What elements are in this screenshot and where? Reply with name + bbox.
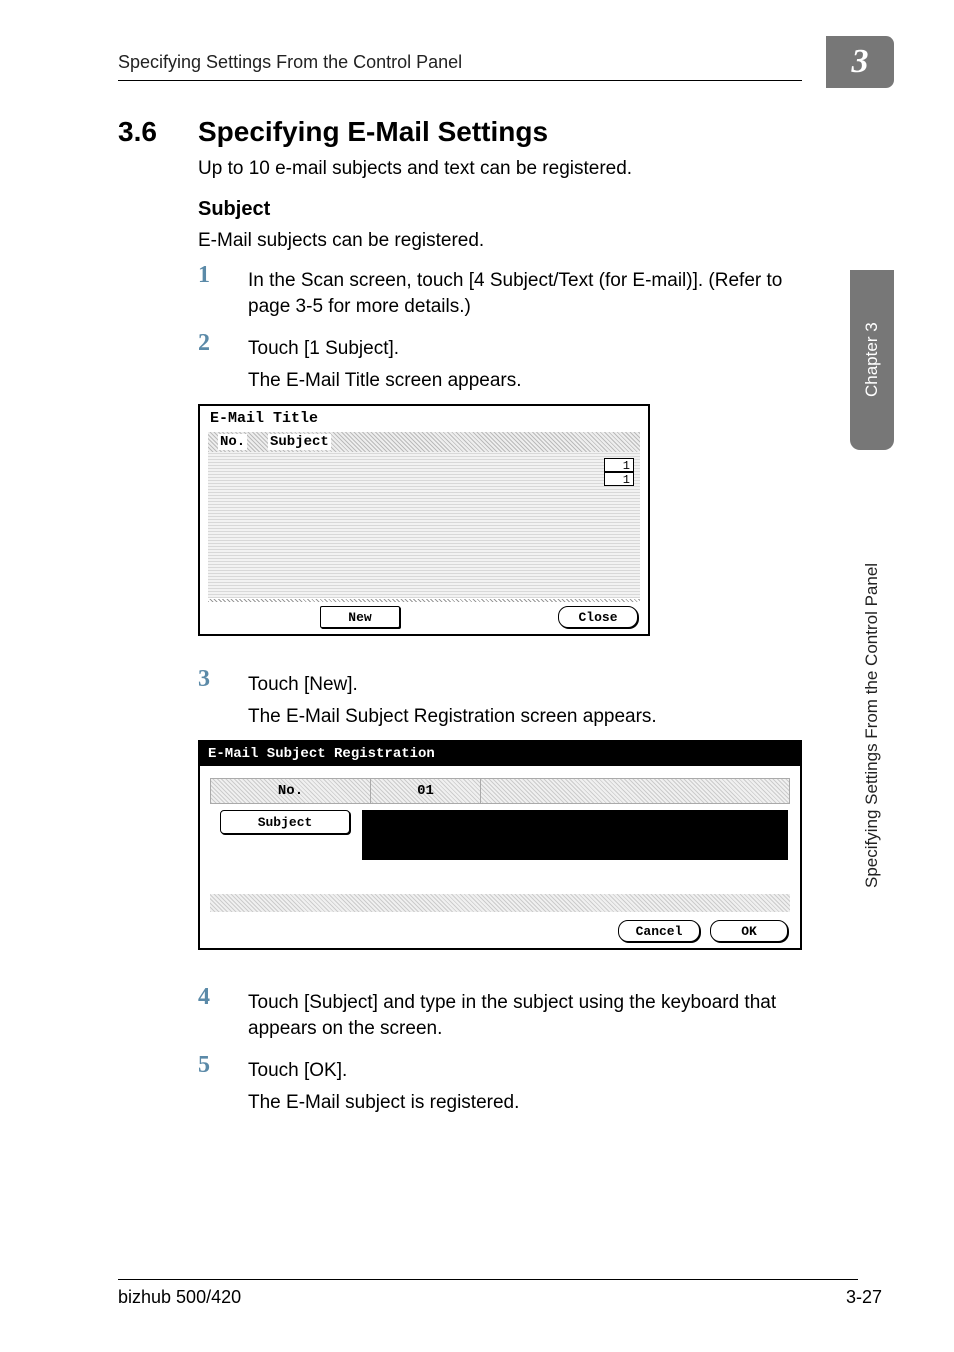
shot1-list-body xyxy=(208,452,640,598)
shot1-page-current: 1 xyxy=(604,458,634,472)
section-intro: Up to 10 e-mail subjects and text can be… xyxy=(198,158,632,180)
subject-input-box[interactable] xyxy=(362,810,788,860)
shot1-page-total: 1 xyxy=(604,472,634,486)
subject-heading: Subject xyxy=(198,198,270,221)
shot2-title-bar: E-Mail Subject Registration xyxy=(200,742,800,766)
section-number: 3.6 xyxy=(118,116,157,148)
step-1-number: 1 xyxy=(198,262,224,289)
footer-rule xyxy=(118,1279,858,1280)
shot2-no-row: No. 01 xyxy=(210,778,790,804)
screenshot-email-subject-registration: E-Mail Subject Registration No. 01 Subje… xyxy=(198,740,802,950)
chapter-tab: 3 xyxy=(826,36,894,88)
header-rule xyxy=(118,80,802,81)
shot2-no-label: No. xyxy=(211,779,371,803)
cancel-button[interactable]: Cancel xyxy=(618,920,700,942)
subject-button[interactable]: Subject xyxy=(220,810,350,834)
shot1-title: E-Mail Title xyxy=(210,410,318,427)
step-4-text: Touch [Subject] and type in the subject … xyxy=(248,990,808,1041)
step-5-number: 5 xyxy=(198,1052,224,1079)
step-5-text: Touch [OK]. xyxy=(248,1058,808,1084)
step-5-subtext: The E-Mail subject is registered. xyxy=(248,1090,808,1116)
step-3-subtext: The E-Mail Subject Registration screen a… xyxy=(248,704,808,730)
step-2-number: 2 xyxy=(198,330,224,357)
side-section-label: Specifying Settings From the Control Pan… xyxy=(850,450,894,1000)
shot2-title: E-Mail Subject Registration xyxy=(208,746,435,762)
footer-model: bizhub 500/420 xyxy=(118,1287,241,1308)
step-2-text: Touch [1 Subject]. xyxy=(248,336,808,362)
shot2-footer-hatch xyxy=(210,894,790,912)
new-button[interactable]: New xyxy=(320,606,400,628)
shot1-col-subject: Subject xyxy=(268,434,331,450)
step-2-subtext: The E-Mail Title screen appears. xyxy=(248,368,808,394)
footer-page-number: 3-27 xyxy=(846,1287,882,1308)
shot1-col-no: No. xyxy=(218,434,247,450)
shot1-header-row: No. Subject xyxy=(208,432,640,452)
shot1-footer-hatch xyxy=(208,599,640,602)
running-head: Specifying Settings From the Control Pan… xyxy=(118,52,462,73)
step-4-number: 4 xyxy=(198,984,224,1011)
subject-intro: E-Mail subjects can be registered. xyxy=(198,228,798,254)
step-3-text: Touch [New]. xyxy=(248,672,808,698)
shot1-page-indicator: 1 1 xyxy=(604,458,634,486)
side-panel: Chapter 3 Specifying Settings From the C… xyxy=(850,270,894,1000)
shot2-no-value: 01 xyxy=(371,779,481,803)
screenshot-email-title: E-Mail Title No. Subject 1 1 New Close xyxy=(198,404,650,636)
ok-button[interactable]: OK xyxy=(710,920,788,942)
side-chapter-label: Chapter 3 xyxy=(850,270,894,450)
step-1-text: In the Scan screen, touch [4 Subject/Tex… xyxy=(248,268,808,319)
chapter-tab-number: 3 xyxy=(852,43,869,81)
close-button[interactable]: Close xyxy=(558,606,638,628)
section-title: Specifying E-Mail Settings xyxy=(198,116,548,148)
step-3-number: 3 xyxy=(198,666,224,693)
shot2-body: No. 01 Subject Cancel OK xyxy=(200,766,800,948)
